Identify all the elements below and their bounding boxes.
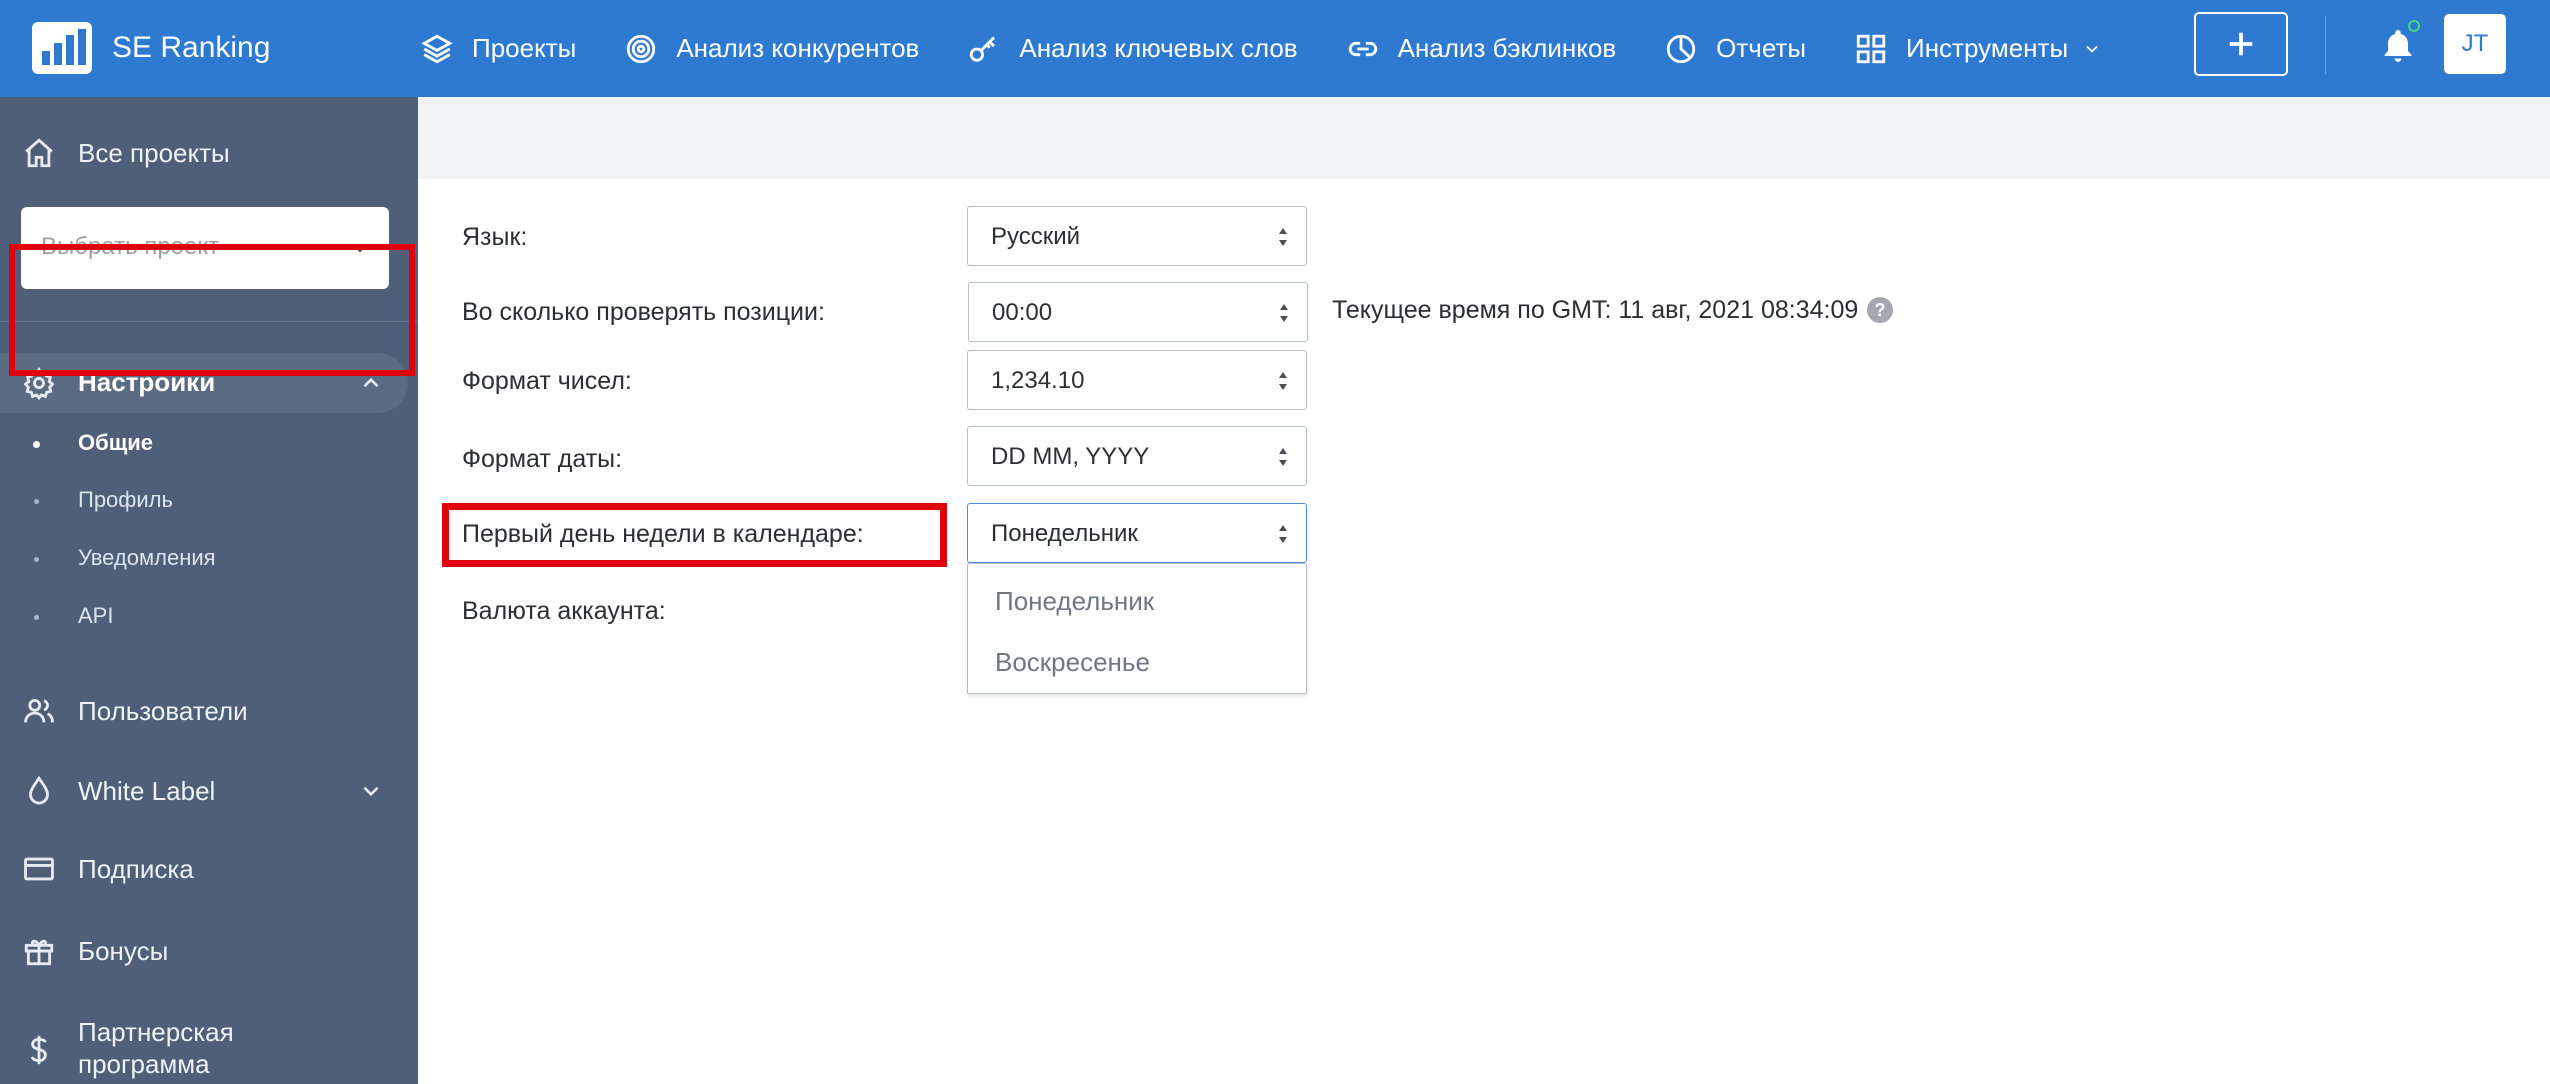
nav-reports[interactable]: Отчеты bbox=[1664, 32, 1806, 66]
add-button[interactable] bbox=[2194, 12, 2288, 76]
bullet bbox=[33, 441, 40, 448]
toolbar-divider bbox=[2325, 16, 2326, 74]
sidebar-item-label: White Label bbox=[78, 776, 216, 806]
currency-label: Валюта аккаунта: bbox=[462, 597, 666, 625]
top-navigation-bar: SE Ranking Проекты Анализ конкурентов Ан… bbox=[0, 0, 2550, 97]
language-label: Язык: bbox=[462, 223, 528, 251]
dropdown-option-monday[interactable]: Понедельник bbox=[968, 569, 1306, 629]
sidebar-item-label: Подписка bbox=[78, 854, 194, 884]
help-icon[interactable]: ? bbox=[1867, 297, 1893, 323]
logo[interactable]: SE Ranking bbox=[32, 20, 270, 76]
sort-arrows-icon bbox=[1277, 301, 1291, 325]
highlight-box bbox=[9, 244, 415, 376]
dollar-icon bbox=[22, 1033, 56, 1067]
bullet bbox=[34, 615, 39, 620]
sidebar-item-label: Бонусы bbox=[78, 936, 169, 966]
layers-icon bbox=[421, 34, 453, 63]
nav-backlink-analysis-label: Анализ бэклинков bbox=[1397, 33, 1617, 63]
plus-icon bbox=[2229, 32, 2253, 56]
bullet bbox=[34, 499, 39, 504]
first-day-select[interactable]: Понедельник bbox=[967, 503, 1307, 563]
nav-backlink-analysis[interactable]: Анализ бэклинков bbox=[1346, 32, 1617, 66]
sidebar-item-users[interactable]: Пользователи bbox=[0, 691, 418, 731]
sidebar-subitem-api[interactable]: API bbox=[0, 593, 418, 643]
nav-projects-label: Проекты bbox=[472, 33, 577, 63]
avatar[interactable]: JT bbox=[2444, 14, 2506, 74]
target-icon bbox=[627, 34, 656, 63]
sidebar-item-partner-program[interactable]: Партнерская программа bbox=[0, 1015, 418, 1084]
bullet bbox=[34, 557, 39, 562]
date-format-value: DD MM, YYYY bbox=[991, 443, 1150, 470]
sidebar-subitem-notifications[interactable]: Уведомления bbox=[0, 535, 418, 585]
grid-icon bbox=[1856, 34, 1886, 63]
check-time-label: Во сколько проверять позиции: bbox=[462, 298, 825, 326]
users-icon bbox=[22, 694, 56, 728]
first-day-dropdown: Понедельник Воскресенье bbox=[967, 563, 1307, 694]
sidebar-item-white-label[interactable]: White Label bbox=[0, 771, 418, 811]
sidebar-item-all-projects[interactable]: Все проекты bbox=[0, 133, 418, 173]
language-value: Русский bbox=[991, 223, 1081, 250]
key-icon bbox=[970, 36, 996, 62]
nav-competitor-analysis-label: Анализ конкурентов bbox=[676, 33, 920, 63]
page-header-band bbox=[418, 97, 2550, 179]
date-format-label: Формат даты: bbox=[462, 445, 623, 473]
chevron-down-icon bbox=[358, 778, 384, 804]
date-format-select[interactable]: DD MM, YYYY bbox=[967, 426, 1307, 486]
home-icon bbox=[22, 136, 56, 170]
brand-name: SE Ranking bbox=[112, 31, 271, 64]
nav-tools[interactable]: Инструменты bbox=[1854, 32, 2102, 66]
sidebar-item-label: программа bbox=[78, 1049, 210, 1079]
nav-keyword-analysis[interactable]: Анализ ключевых слов bbox=[967, 32, 1298, 66]
gift-icon bbox=[22, 934, 56, 968]
pie-chart-icon bbox=[1666, 34, 1696, 63]
dropdown-option-sunday[interactable]: Воскресенье bbox=[968, 630, 1306, 690]
link-icon bbox=[1348, 41, 1377, 56]
droplet-icon bbox=[22, 774, 56, 808]
first-day-value: Понедельник bbox=[991, 520, 1138, 547]
sidebar: Все проекты Выбрать проект Настройки Общ… bbox=[0, 97, 418, 1084]
sidebar-subitem-general[interactable]: Общие bbox=[0, 420, 418, 470]
sidebar-item-bonuses[interactable]: Бонусы bbox=[0, 931, 418, 971]
sort-arrows-icon bbox=[1276, 445, 1290, 469]
sidebar-subitem-label: Уведомления bbox=[78, 545, 216, 570]
bell-icon bbox=[2384, 30, 2412, 62]
sidebar-subitem-label: Профиль bbox=[78, 487, 173, 512]
main-menu: Проекты Анализ конкурентов Анализ ключев… bbox=[420, 0, 2150, 97]
notifications-button[interactable] bbox=[2378, 20, 2420, 66]
number-format-select[interactable]: 1,234.10 bbox=[967, 350, 1307, 410]
dropdown-option-label: Понедельник bbox=[995, 586, 1155, 616]
number-format-value: 1,234.10 bbox=[991, 367, 1085, 394]
sidebar-subitem-label: Общие bbox=[78, 430, 154, 455]
check-time-select[interactable]: 00:00 bbox=[968, 282, 1308, 342]
dropdown-option-label: Воскресенье bbox=[995, 647, 1150, 677]
number-format-label: Формат чисел: bbox=[462, 367, 632, 395]
notification-indicator bbox=[2408, 20, 2420, 32]
sidebar-item-label: Партнерская bbox=[78, 1017, 234, 1047]
sidebar-item-label: Все проекты bbox=[78, 138, 230, 168]
sort-arrows-icon bbox=[1276, 369, 1290, 393]
nav-projects[interactable]: Проекты bbox=[420, 32, 576, 66]
sidebar-item-label: Пользователи bbox=[78, 696, 248, 726]
gmt-time-text: Текущее время по GMT: 11 авг, 2021 08:34… bbox=[1332, 296, 1859, 324]
sidebar-subitem-profile[interactable]: Профиль bbox=[0, 477, 418, 527]
logo-icon bbox=[32, 22, 92, 74]
credit-card-icon bbox=[22, 852, 56, 886]
sidebar-subitem-label: API bbox=[78, 603, 114, 628]
nav-tools-label: Инструменты bbox=[1906, 33, 2069, 63]
check-time-value: 00:00 bbox=[992, 299, 1053, 326]
chevron-down-icon bbox=[2086, 45, 2098, 53]
highlight-box bbox=[442, 503, 947, 567]
nav-reports-label: Отчеты bbox=[1716, 33, 1807, 63]
sort-arrows-icon bbox=[1276, 225, 1290, 249]
sort-arrows-icon bbox=[1276, 522, 1290, 546]
nav-competitor-analysis[interactable]: Анализ конкурентов bbox=[624, 32, 919, 66]
nav-keyword-analysis-label: Анализ ключевых слов bbox=[1019, 33, 1298, 63]
language-select[interactable]: Русский bbox=[967, 206, 1307, 266]
sidebar-item-subscription[interactable]: Подписка bbox=[0, 849, 418, 889]
